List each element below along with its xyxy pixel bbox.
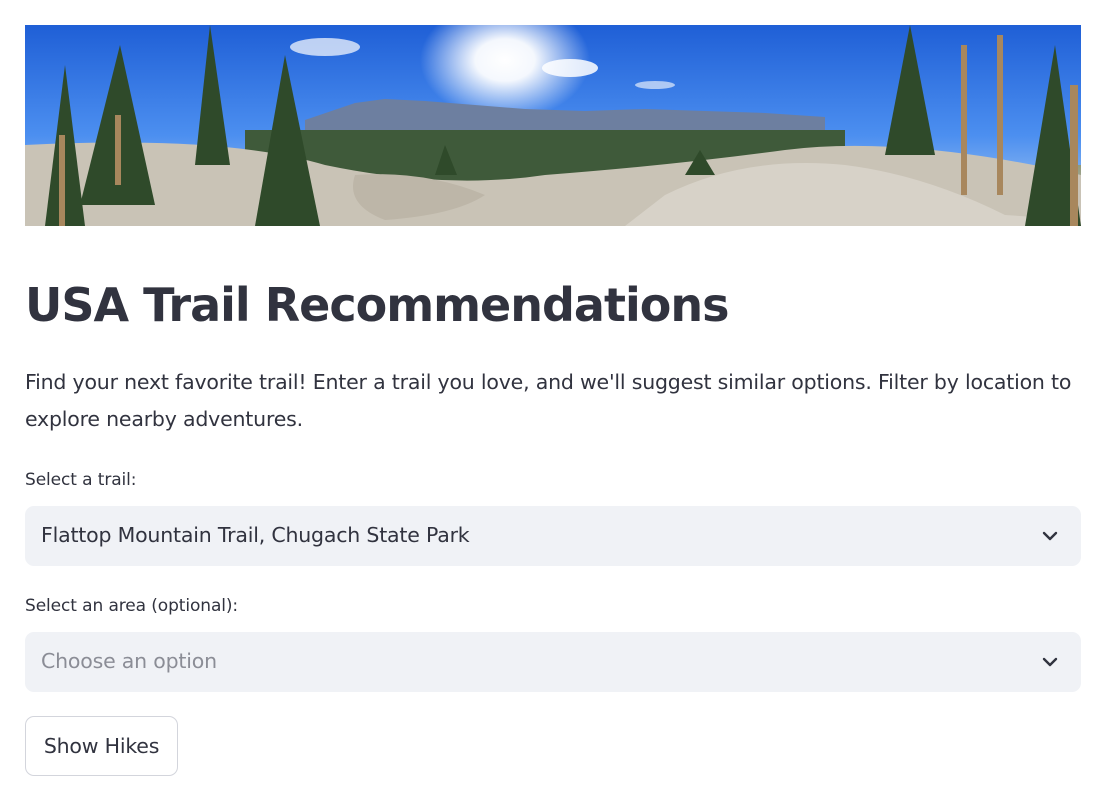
area-select-placeholder: Choose an option <box>41 649 217 673</box>
trail-select-label: Select a trail: <box>25 470 137 490</box>
chevron-down-icon <box>1042 531 1058 541</box>
intro-text: Find your next favorite trail! Enter a t… <box>25 370 1072 431</box>
main-content: USA Trail Recommendations Find your next… <box>25 25 1081 776</box>
area-select[interactable]: Choose an option <box>25 632 1081 692</box>
trail-select-value: Flattop Mountain Trail, Chugach State Pa… <box>41 523 470 547</box>
area-select-label: Select an area (optional): <box>25 596 239 616</box>
page-title: USA Trail Recommendations <box>25 278 729 332</box>
show-hikes-button[interactable]: Show Hikes <box>25 716 178 776</box>
chevron-down-icon <box>1042 657 1058 667</box>
trail-select[interactable]: Flattop Mountain Trail, Chugach State Pa… <box>25 506 1081 566</box>
banner-image <box>25 25 1081 226</box>
